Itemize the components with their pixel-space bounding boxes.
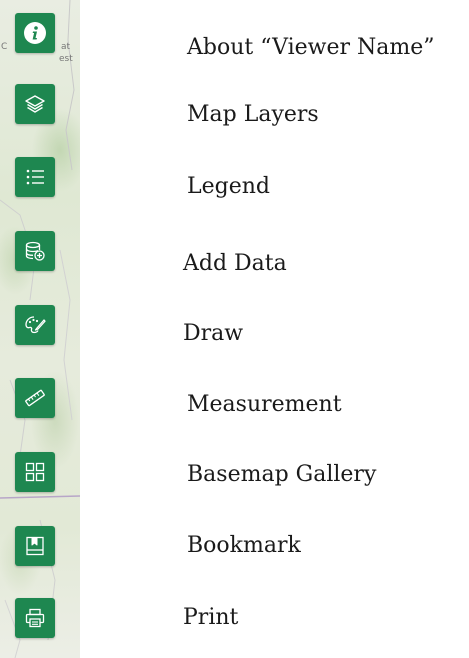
about-button[interactable] — [15, 13, 55, 53]
basemap-gallery-label: Basemap Gallery — [187, 462, 377, 487]
basemap-gallery-button[interactable] — [15, 452, 55, 492]
draw-button[interactable] — [15, 305, 55, 345]
grid-gallery-icon — [25, 462, 45, 482]
draw-label: Draw — [183, 321, 244, 346]
measurement-button[interactable] — [15, 378, 55, 418]
info-icon — [24, 22, 46, 44]
map-label-right-2: est — [59, 54, 73, 64]
print-label: Print — [183, 605, 239, 630]
measurement-label: Measurement — [187, 392, 342, 417]
bookmark-icon — [26, 536, 44, 556]
print-button[interactable] — [15, 598, 55, 638]
about-label: About “Viewer Name” — [187, 35, 435, 60]
printer-icon — [25, 608, 45, 628]
layers-icon — [25, 95, 45, 113]
map-layers-button[interactable] — [15, 84, 55, 124]
legend-label: Legend — [187, 174, 270, 199]
legend-button[interactable] — [15, 157, 55, 197]
legend-list-icon — [26, 169, 44, 185]
add-data-label: Add Data — [183, 251, 287, 276]
add-data-database-icon — [25, 241, 45, 261]
add-data-button[interactable] — [15, 231, 55, 271]
map-label-left: C — [1, 42, 8, 52]
palette-brush-icon — [25, 316, 46, 334]
map-label-right-1: at — [61, 42, 71, 52]
bookmark-label: Bookmark — [187, 533, 301, 558]
bookmark-button[interactable] — [15, 526, 55, 566]
map-layers-label: Map Layers — [187, 102, 319, 127]
ruler-icon — [25, 389, 45, 407]
